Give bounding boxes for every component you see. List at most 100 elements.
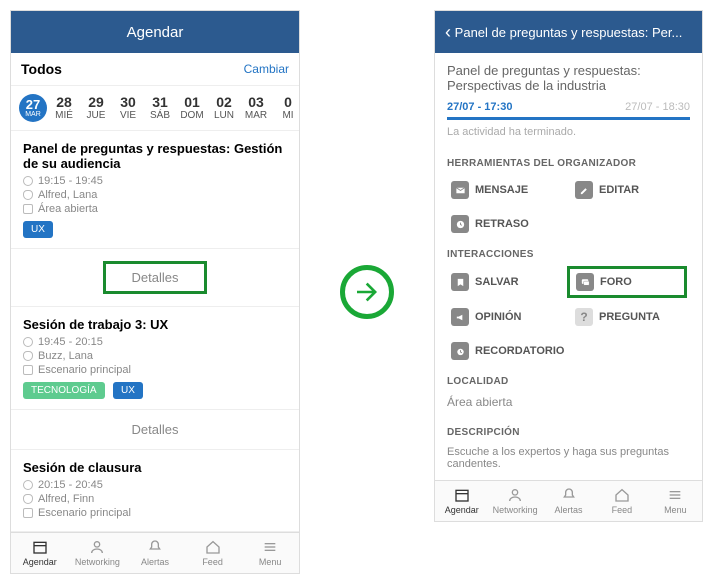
opinion-button[interactable]: OPINIÓN <box>443 302 563 332</box>
date-item[interactable]: 02LUN <box>211 94 237 122</box>
arrow-right-icon <box>340 265 394 319</box>
header-title: Agendar <box>127 24 184 41</box>
date-item[interactable]: 01DOM <box>179 94 205 122</box>
mail-icon <box>451 181 469 199</box>
clock-icon <box>23 480 33 490</box>
session-title: Sesión de trabajo 3: UX <box>23 317 287 332</box>
tag-ux[interactable]: UX <box>23 221 53 238</box>
megaphone-icon <box>451 308 469 326</box>
tab-bar: Agendar Networking Alertas Feed Menu <box>435 480 702 521</box>
session-location: Escenario principal <box>23 364 287 376</box>
home-icon <box>613 487 631 503</box>
session-title: Panel de preguntas y respuestas: Gestión… <box>23 141 287 171</box>
session-speaker: Alfred, Lana <box>23 189 287 201</box>
alarm-icon <box>451 342 469 360</box>
session-time: 19:45 - 20:15 <box>23 336 287 348</box>
description-value: Escuche a los expertos y haga sus pregun… <box>435 444 702 480</box>
details-button[interactable]: Detalles <box>11 410 299 450</box>
header: ‹ Panel de preguntas y respuestas: Per..… <box>435 11 702 53</box>
person-icon <box>506 487 524 503</box>
filter-label[interactable]: Todos <box>21 61 62 77</box>
person-icon <box>88 539 106 555</box>
calendar-icon <box>453 487 471 503</box>
section-location: LOCALIDAD <box>435 366 702 393</box>
session-location: Escenario principal <box>23 507 287 519</box>
bell-icon <box>560 487 578 503</box>
calendar-icon <box>31 539 49 555</box>
date-item[interactable]: 27MAR <box>19 94 45 122</box>
tab-agendar[interactable]: Agendar <box>435 487 488 515</box>
menu-icon <box>261 539 279 555</box>
retraso-button[interactable]: RETRASO <box>443 209 563 239</box>
details-button[interactable]: Detalles <box>11 249 299 307</box>
header: Agendar <box>11 11 299 53</box>
filter-row: Todos Cambiar <box>11 53 299 86</box>
session-card[interactable]: Sesión de trabajo 3: UX 19:45 - 20:15 Bu… <box>11 307 299 410</box>
session-title: Sesión de clausura <box>23 460 287 475</box>
session-card[interactable]: Panel de preguntas y respuestas: Gestión… <box>11 131 299 249</box>
session-time: 19:15 - 19:45 <box>23 175 287 187</box>
tab-menu[interactable]: Menu <box>649 487 702 515</box>
date-item[interactable]: 28MIÉ <box>51 94 77 122</box>
tab-networking[interactable]: Networking <box>488 487 541 515</box>
location-icon <box>23 204 33 214</box>
tab-alertas[interactable]: Alertas <box>126 539 184 567</box>
editar-button[interactable]: EDITAR <box>567 175 687 205</box>
tab-agendar[interactable]: Agendar <box>11 539 69 567</box>
change-link[interactable]: Cambiar <box>244 62 289 76</box>
pregunta-button[interactable]: ?PREGUNTA <box>567 302 687 332</box>
location-icon <box>23 508 33 518</box>
date-item[interactable]: 29JUE <box>83 94 109 122</box>
tab-feed[interactable]: Feed <box>595 487 648 515</box>
section-description: DESCRIPCIÓN <box>435 417 702 444</box>
session-location: Área abierta <box>23 203 287 215</box>
transition-arrow <box>340 265 394 319</box>
clock-icon <box>451 215 469 233</box>
bell-icon <box>146 539 164 555</box>
recordatorio-button[interactable]: RECORDATORIO <box>443 336 572 366</box>
pencil-icon <box>575 181 593 199</box>
person-icon <box>23 494 33 504</box>
location-value: Área abierta <box>435 393 702 417</box>
date-item[interactable]: 03MAR <box>243 94 269 122</box>
mensaje-button[interactable]: MENSAJE <box>443 175 563 205</box>
date-scroller[interactable]: 27MAR28MIÉ29JUE30VIE31SÁB01DOM02LUN03MAR… <box>11 86 299 131</box>
date-item[interactable]: 0MI <box>275 94 299 122</box>
time-start: 27/07 - 17:30 <box>447 101 512 113</box>
section-organizer: HERRAMIENTAS DEL ORGANIZADOR <box>435 148 702 175</box>
tab-alertas[interactable]: Alertas <box>542 487 595 515</box>
tab-menu[interactable]: Menu <box>241 539 299 567</box>
header-title: Panel de preguntas y respuestas: Per... <box>455 25 683 40</box>
home-icon <box>204 539 222 555</box>
right-screen: ‹ Panel de preguntas y respuestas: Per..… <box>434 10 703 522</box>
tag-ux[interactable]: UX <box>113 382 143 399</box>
session-card[interactable]: Sesión de clausura 20:15 - 20:45 Alfred,… <box>11 450 299 532</box>
person-icon <box>23 190 33 200</box>
status-ended: La actividad ha terminado. <box>435 120 702 148</box>
time-range: 27/07 - 17:30 27/07 - 18:30 <box>435 93 702 117</box>
back-button[interactable]: ‹ <box>445 22 451 43</box>
menu-icon <box>666 487 684 503</box>
session-speaker: Buzz, Lana <box>23 350 287 362</box>
session-speaker: Alfred, Finn <box>23 493 287 505</box>
tag-tech[interactable]: TECNOLOGÍA <box>23 382 105 399</box>
session-time: 20:15 - 20:45 <box>23 479 287 491</box>
section-interactions: INTERACCIONES <box>435 239 702 266</box>
date-item[interactable]: 30VIE <box>115 94 141 122</box>
chat-icon <box>576 273 594 291</box>
person-icon <box>23 351 33 361</box>
time-end: 27/07 - 18:30 <box>625 101 690 113</box>
clock-icon <box>23 337 33 347</box>
salvar-button[interactable]: SALVAR <box>443 266 563 298</box>
foro-button[interactable]: FORO <box>567 266 687 298</box>
tab-networking[interactable]: Networking <box>69 539 127 567</box>
bookmark-icon <box>451 273 469 291</box>
tab-feed[interactable]: Feed <box>184 539 242 567</box>
session-subtitle: Panel de preguntas y respuestas: Perspec… <box>435 53 702 93</box>
date-item[interactable]: 31SÁB <box>147 94 173 122</box>
question-icon: ? <box>575 308 593 326</box>
location-icon <box>23 365 33 375</box>
tab-bar: Agendar Networking Alertas Feed Menu <box>11 532 299 573</box>
left-screen: Agendar Todos Cambiar 27MAR28MIÉ29JUE30V… <box>10 10 300 574</box>
clock-icon <box>23 176 33 186</box>
